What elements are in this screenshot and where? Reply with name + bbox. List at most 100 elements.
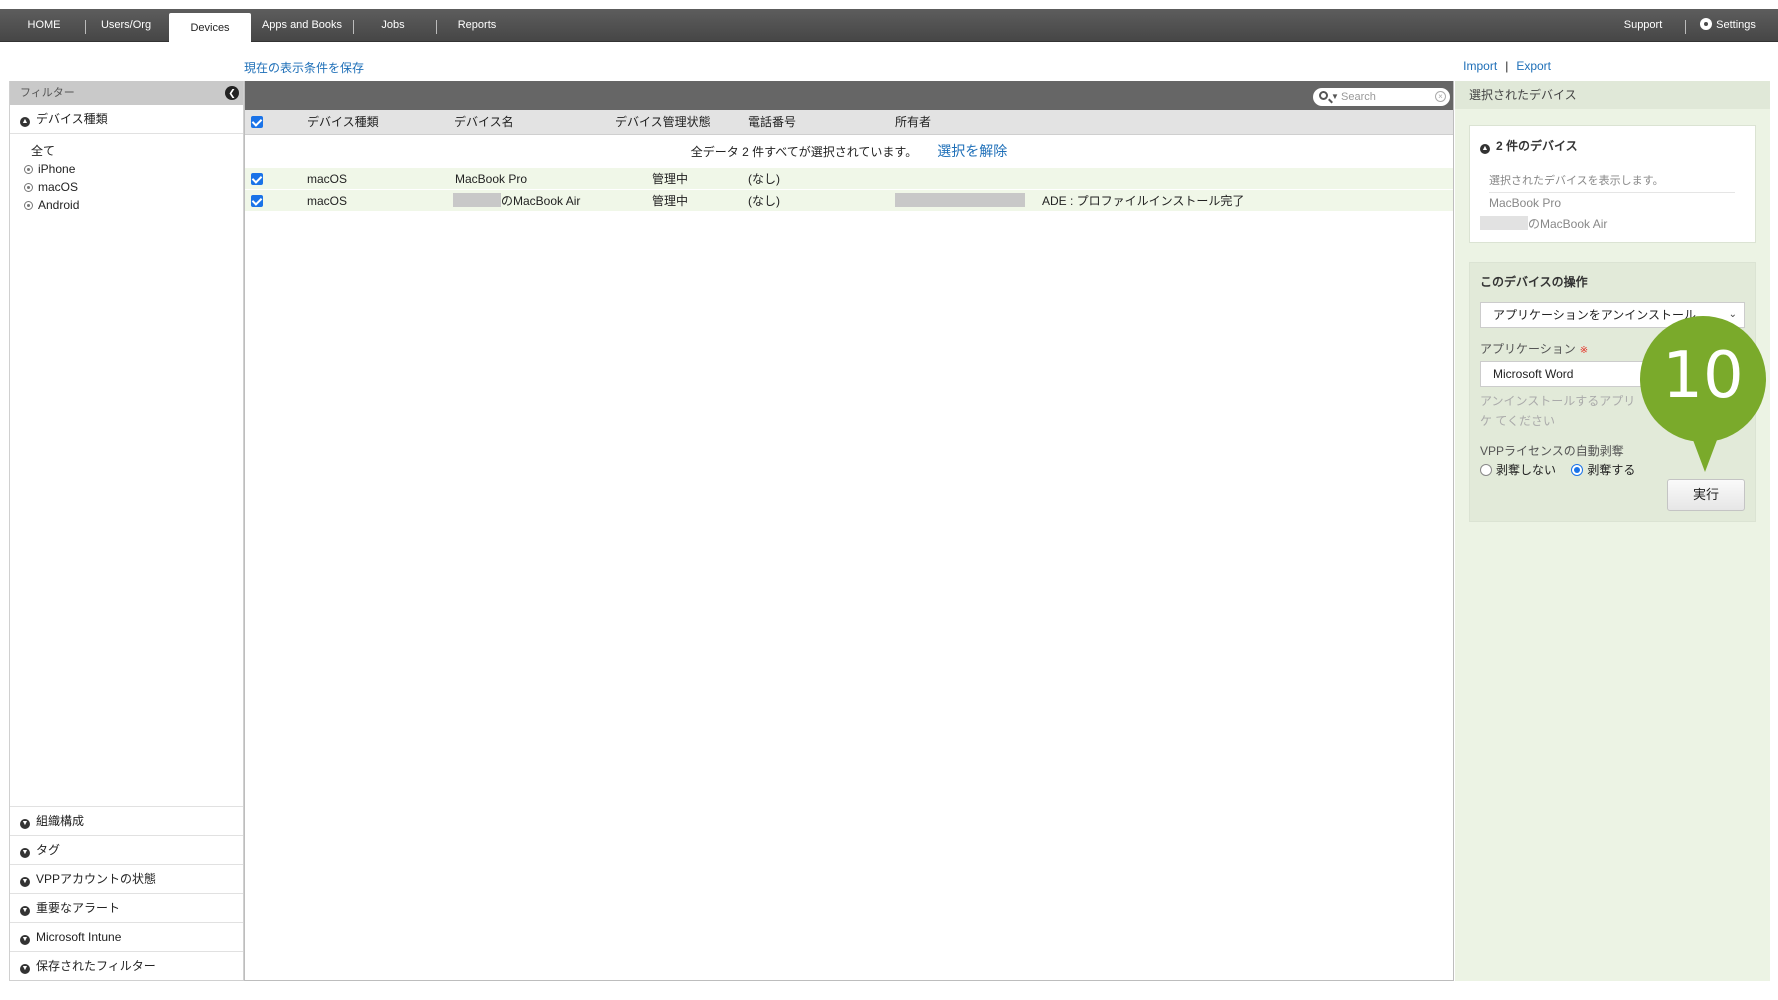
chevron-down-icon: ▼: [20, 819, 30, 829]
cell-note: ADE : プロファイルインストール完了: [1042, 194, 1245, 208]
filter-item-label: iPhone: [38, 162, 76, 176]
tab-separator: [353, 20, 354, 34]
filter-title: フィルター: [20, 87, 75, 99]
row-checkbox[interactable]: [251, 195, 263, 207]
section-label: デバイス種類: [36, 112, 108, 126]
cell-status: 管理中: [652, 194, 689, 208]
app-frame: HOME Users/Org Devices Apps and Books Jo…: [0, 0, 1778, 1000]
device-count[interactable]: ▲ 2 件のデバイス: [1480, 137, 1745, 154]
select-all-banner: 全データ 2 件すべてが選択されています。 選択を解除: [245, 135, 1453, 168]
cell-name-wrap: のMacBook Air: [453, 190, 580, 212]
tab-home[interactable]: HOME: [8, 9, 80, 42]
chevron-down-icon: ▼: [20, 906, 30, 916]
filter-section-alerts[interactable]: ▼ 重要なアラート: [10, 893, 243, 922]
import-link[interactable]: Import: [1463, 59, 1497, 73]
cell-phone: (なし): [748, 172, 780, 186]
settings-label: Settings: [1716, 19, 1756, 31]
filter-section-tag[interactable]: ▼ タグ: [10, 835, 243, 864]
radio-dot-icon: [24, 183, 33, 192]
select-all-message: 全データ 2 件すべてが選択されています。: [690, 145, 918, 159]
filter-section-intune[interactable]: ▼ Microsoft Intune: [10, 922, 243, 951]
export-link[interactable]: Export: [1516, 59, 1551, 73]
redacted-block: [453, 193, 501, 207]
filter-section-vpp[interactable]: ▼ VPPアカウントの状態: [10, 864, 243, 893]
column-header-phone[interactable]: 電話番号: [748, 110, 796, 135]
table-row[interactable]: macOS MacBook Pro 管理中 (なし): [245, 168, 1453, 190]
column-header-owner[interactable]: 所有者: [895, 110, 931, 135]
selected-device: MacBook Pro: [1489, 196, 1562, 210]
filter-header: フィルター ❮: [10, 81, 243, 105]
column-header-type[interactable]: デバイス種類: [307, 110, 379, 135]
radio-no-revoke[interactable]: [1480, 464, 1492, 476]
chevron-up-icon: ▲: [20, 117, 30, 127]
device-type-list: 全て iPhone macOS Android: [10, 134, 243, 214]
help-text: アンインストールするアプリケ てください: [1480, 394, 1636, 428]
search-input[interactable]: ▼ Search ×: [1313, 88, 1450, 106]
column-header-name[interactable]: デバイス名: [454, 110, 514, 135]
cell-type: macOS: [307, 194, 348, 208]
search-icon: [1319, 91, 1328, 100]
filter-section-device-type[interactable]: ▲ デバイス種類: [10, 105, 243, 134]
redacted-block: [895, 193, 1025, 207]
cell-phone: (なし): [748, 194, 780, 208]
selected-devices-title: 選択されたデバイス: [1455, 81, 1770, 109]
step-callout: 10: [1640, 316, 1766, 442]
radio-dot-icon: [24, 165, 33, 174]
clear-icon[interactable]: ×: [1435, 91, 1446, 102]
operation-value: アプリケーションをアンインストール: [1493, 308, 1697, 322]
radio-yes-label: 剥奪する: [1587, 463, 1636, 477]
cell-name: MacBook Pro: [455, 172, 528, 186]
section-label: 組織構成: [36, 814, 85, 828]
save-view-link[interactable]: 現在の表示条件を保存: [244, 59, 364, 76]
required-mark: ※: [1579, 345, 1589, 356]
filter-item-all[interactable]: 全て: [24, 142, 243, 160]
tab-users-org[interactable]: Users/Org: [88, 9, 164, 42]
filter-item-android[interactable]: Android: [24, 196, 243, 214]
ops-title: このデバイスの操作: [1480, 275, 1588, 289]
section-label: Microsoft Intune: [36, 930, 122, 944]
cell-name: のMacBook Air: [501, 194, 581, 208]
tab-separator: [85, 20, 86, 34]
device-count-label: 2 件のデバイス: [1496, 139, 1578, 153]
redacted-block: [1480, 216, 1528, 230]
caret-down-icon: ▼: [1331, 92, 1339, 101]
filter-item-iphone[interactable]: iPhone: [24, 160, 243, 178]
chevron-down-icon: ▼: [20, 964, 30, 974]
select-all-checkbox[interactable]: [251, 116, 263, 128]
tab-jobs[interactable]: Jobs: [365, 9, 421, 42]
collapse-left-icon[interactable]: ❮: [225, 86, 239, 100]
table-toolbar: ▼ Search ×: [245, 81, 1453, 110]
settings-link[interactable]: Settings: [1696, 9, 1760, 42]
device-table-panel: ▼ Search × デバイス種類 デバイス名 デバイス管理状態 電話番号 所有…: [244, 81, 1454, 981]
cell-type: macOS: [307, 172, 348, 186]
filter-section-saved[interactable]: ▼ 保存されたフィルター: [10, 951, 243, 980]
gear-icon: [1700, 18, 1713, 30]
run-button[interactable]: 実行: [1667, 479, 1745, 511]
radio-dot-icon: [24, 201, 33, 210]
selected-device: のMacBook Air: [1528, 217, 1608, 231]
chevron-down-icon: ▼: [20, 877, 30, 887]
search-placeholder: Search: [1341, 91, 1376, 103]
selected-devices-card: ▲ 2 件のデバイス 選択されたデバイスを表示します。 MacBook Pro の…: [1469, 125, 1756, 243]
tab-apps-and-books[interactable]: Apps and Books: [256, 9, 348, 42]
divider: |: [1505, 59, 1509, 73]
tab-separator: [1685, 20, 1686, 34]
table-row[interactable]: macOS のMacBook Air 管理中 (なし) ADE : プロファイル…: [245, 190, 1453, 212]
chevron-up-icon: ▲: [1480, 144, 1490, 154]
selected-device-wrap: のMacBook Air: [1480, 214, 1745, 235]
radio-revoke[interactable]: [1571, 464, 1584, 476]
filter-item-label: macOS: [38, 180, 79, 194]
tab-devices[interactable]: Devices: [169, 13, 251, 43]
tab-reports[interactable]: Reports: [447, 9, 507, 42]
filter-section-org[interactable]: ▼ 組織構成: [10, 806, 243, 835]
cell-status: 管理中: [652, 172, 689, 186]
filter-item-macos[interactable]: macOS: [24, 178, 243, 196]
deselect-link[interactable]: 選択を解除: [937, 143, 1007, 159]
row-checkbox[interactable]: [251, 173, 263, 185]
filter-sections: ▼ 組織構成 ▼ タグ ▼ VPPアカウントの状態 ▼ 重要なアラート ▼ Microso…: [10, 806, 243, 980]
table-header: デバイス種類 デバイス名 デバイス管理状態 電話番号 所有者: [245, 110, 1453, 135]
chevron-down-icon: ▼: [20, 848, 30, 858]
column-header-status[interactable]: デバイス管理状態: [615, 110, 711, 135]
selected-devices-panel: 選択されたデバイス ▲ 2 件のデバイス 選択されたデバイスを表示します。 Mac…: [1455, 81, 1770, 981]
support-link[interactable]: Support: [1616, 9, 1670, 42]
